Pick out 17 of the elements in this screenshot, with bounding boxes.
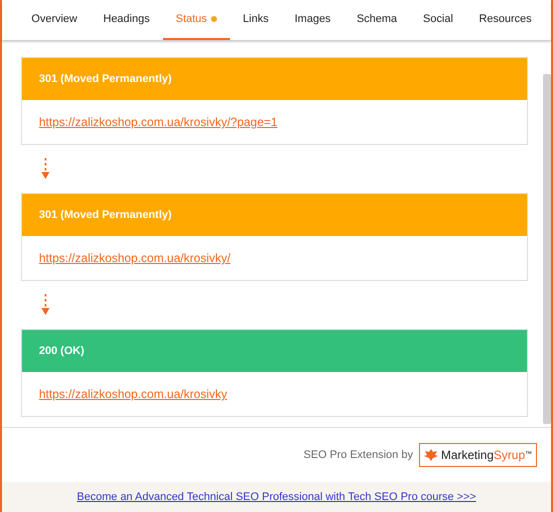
tab[interactable]: Links xyxy=(230,0,282,40)
leaf-icon xyxy=(424,449,438,461)
tab[interactable]: Schema xyxy=(344,0,410,40)
arrow-down-icon xyxy=(41,158,50,180)
tab[interactable]: Headings xyxy=(90,0,163,40)
logo[interactable]: MarketingSyrup$^{™}$ xyxy=(418,443,537,467)
tab[interactable]: Images xyxy=(282,0,344,40)
tab[interactable]: Social xyxy=(410,0,466,40)
status-header: 301 (Moved Permanently) xyxy=(22,194,527,236)
status-header: 301 (Moved Permanently) xyxy=(22,58,527,100)
credit-text: SEO Pro Extension by xyxy=(304,448,413,463)
arrow-down-icon xyxy=(41,294,50,316)
status-header: 200 (OK) xyxy=(22,330,527,372)
logo-text: MarketingSyrup$^{™}$ xyxy=(440,447,532,464)
tab[interactable]: Resources xyxy=(466,0,545,40)
scrollbar-thumb[interactable] xyxy=(543,74,551,424)
tab[interactable]: Overview xyxy=(18,0,90,40)
